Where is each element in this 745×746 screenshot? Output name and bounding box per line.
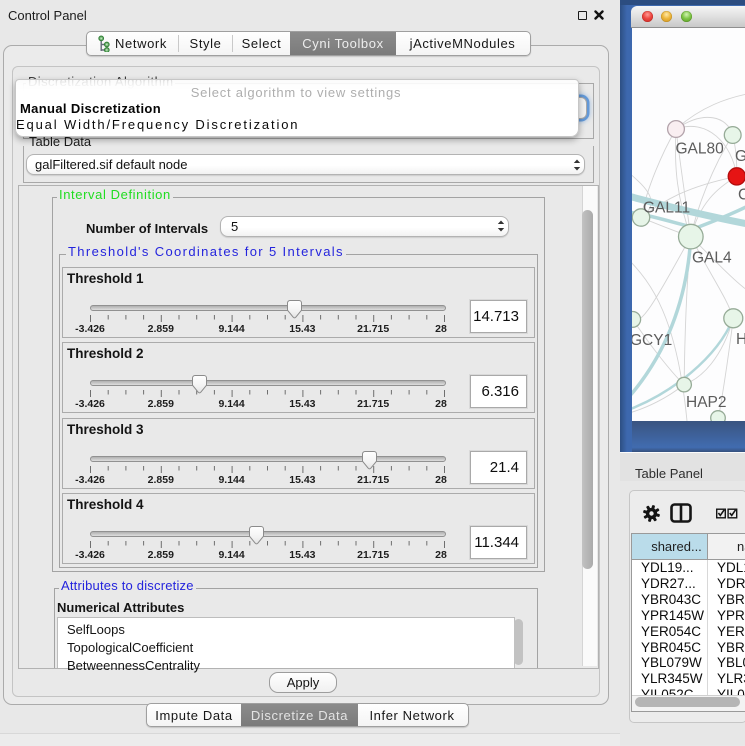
svg-text:G.: G. [735,148,745,165]
svg-text:GAL11: GAL11 [643,200,690,217]
svg-text:GAL80: GAL80 [676,141,725,158]
svg-text:GAL4: GAL4 [692,250,732,267]
svg-text:HAP2: HAP2 [686,394,727,411]
svg-text:C.: C. [738,187,745,204]
svg-text:GCY1: GCY1 [632,332,672,349]
svg-text:H: H [736,331,745,348]
